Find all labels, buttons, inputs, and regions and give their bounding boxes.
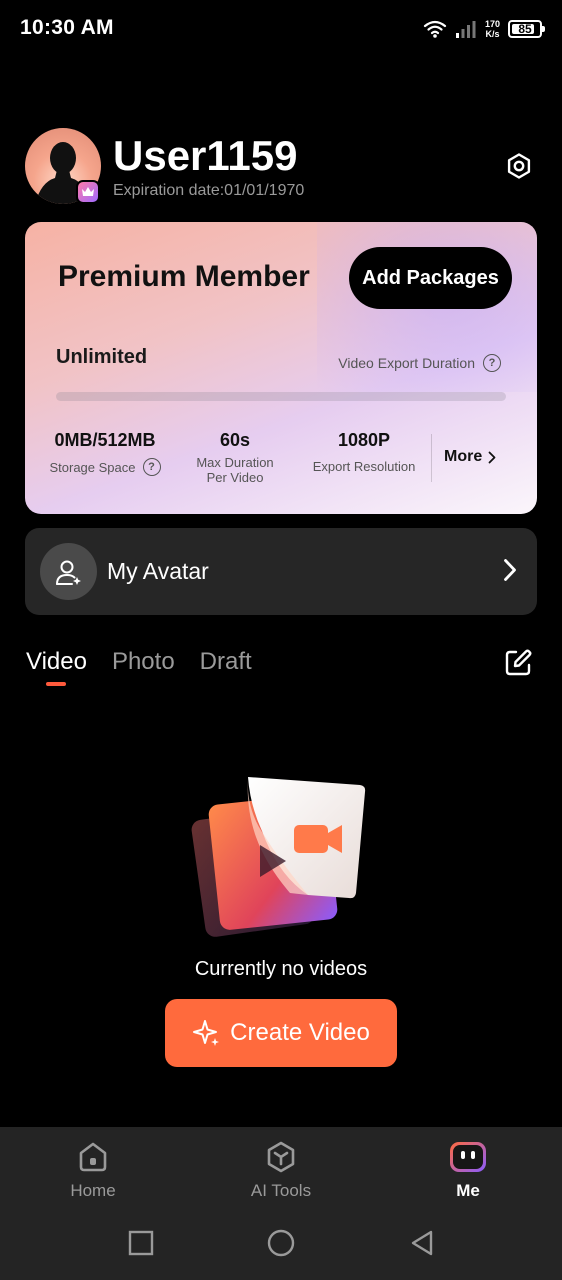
gear-icon xyxy=(507,153,531,179)
crown-icon xyxy=(82,187,94,196)
max-duration-label-line2: Per Video xyxy=(206,470,264,485)
active-tab-indicator xyxy=(46,682,66,686)
circle-icon xyxy=(267,1229,295,1257)
duration-value: Unlimited xyxy=(56,346,148,368)
my-avatar-label: My Avatar xyxy=(107,558,209,584)
my-avatar-row[interactable]: My Avatar xyxy=(25,528,537,615)
empty-video-illustration xyxy=(190,765,370,945)
my-avatar-icon-container xyxy=(40,543,97,600)
chevron-right-icon xyxy=(503,558,517,587)
recents-button[interactable] xyxy=(127,1229,155,1257)
stat-divider xyxy=(431,434,432,482)
wifi-icon xyxy=(423,19,447,39)
max-duration-stat: 60s Max Duration Per Video xyxy=(185,430,285,485)
max-duration-label: Max Duration Per Video xyxy=(185,455,285,485)
square-icon xyxy=(128,1230,154,1256)
triangle-back-icon xyxy=(411,1230,433,1256)
nav-ai-tools[interactable]: AI Tools xyxy=(221,1139,341,1201)
battery-level: 85 xyxy=(518,22,532,36)
tab-photo[interactable]: Photo xyxy=(112,648,175,688)
nav-home-label: Home xyxy=(70,1181,116,1200)
empty-state-text: Currently no videos xyxy=(194,958,368,980)
profile-header: User1159 Expiration date:01/01/1970 xyxy=(25,128,537,208)
max-duration-label-line1: Max Duration xyxy=(196,455,274,470)
system-home-button[interactable] xyxy=(267,1229,295,1257)
duration-label-text: Video Export Duration xyxy=(338,355,475,371)
avatar-sparkle-icon xyxy=(55,560,81,585)
export-resolution-stat: 1080P Export Resolution xyxy=(305,430,423,474)
storage-label: Storage Space ? xyxy=(40,458,170,476)
export-resolution-label: Export Resolution xyxy=(312,459,416,474)
tab-video[interactable]: Video xyxy=(26,648,87,688)
export-resolution-value: 1080P xyxy=(337,430,391,450)
premium-title: Premium Member xyxy=(58,260,310,293)
create-video-label: Create Video xyxy=(230,1019,370,1046)
add-packages-button[interactable]: Add Packages xyxy=(349,247,512,309)
more-label: More xyxy=(444,448,483,465)
battery-icon: 85 xyxy=(508,20,545,38)
tab-draft-label: Draft xyxy=(199,648,252,675)
status-bar: 10:30 AM 170 K/s 85 xyxy=(0,0,562,58)
storage-label-text: Storage Space xyxy=(49,459,136,475)
tab-photo-label: Photo xyxy=(111,648,175,675)
nav-home[interactable]: Home xyxy=(33,1139,153,1201)
edit-icon xyxy=(505,649,532,676)
more-link[interactable]: More xyxy=(444,448,496,466)
create-video-button[interactable]: Create Video xyxy=(165,999,397,1067)
vip-badge xyxy=(76,180,100,204)
username: User1159 xyxy=(113,132,298,179)
settings-button[interactable] xyxy=(503,150,535,182)
home-icon xyxy=(33,1139,153,1175)
premium-card: Premium Member Add Packages Unlimited Vi… xyxy=(25,222,537,514)
back-button[interactable] xyxy=(408,1229,436,1257)
status-time: 10:30 AM xyxy=(20,16,114,39)
nav-me-label: Me xyxy=(456,1181,480,1200)
nav-me[interactable]: Me xyxy=(408,1139,528,1201)
storage-value: 0MB/512MB xyxy=(54,430,156,450)
network-speed: 170 K/s xyxy=(485,19,500,39)
nav-ai-tools-label: AI Tools xyxy=(250,1181,312,1200)
max-duration-value: 60s xyxy=(219,430,251,450)
robot-face-icon xyxy=(408,1139,528,1175)
status-icons: 170 K/s 85 xyxy=(423,16,545,42)
content-tabs: Video Photo Draft xyxy=(26,648,252,688)
storage-stat: 0MB/512MB Storage Space ? xyxy=(40,430,170,476)
help-icon[interactable]: ? xyxy=(483,354,501,372)
duration-label: Video Export Duration ? xyxy=(338,354,501,372)
signal-icon xyxy=(455,19,477,39)
expiration-date: Expiration date:01/01/1970 xyxy=(113,182,305,199)
duration-progress-bar xyxy=(56,392,506,401)
system-nav-bar xyxy=(0,1205,562,1280)
sparkle-icon xyxy=(193,1020,220,1046)
network-speed-unit: K/s xyxy=(485,29,500,39)
tab-draft[interactable]: Draft xyxy=(200,648,252,688)
ai-tools-icon xyxy=(221,1139,341,1175)
network-speed-value: 170 xyxy=(484,19,500,29)
tab-video-label: Video xyxy=(26,648,87,675)
bottom-nav: Home AI Tools Me xyxy=(0,1127,562,1205)
chevron-right-icon xyxy=(488,451,496,463)
storage-help-icon[interactable]: ? xyxy=(142,458,161,476)
edit-button[interactable] xyxy=(503,648,533,678)
